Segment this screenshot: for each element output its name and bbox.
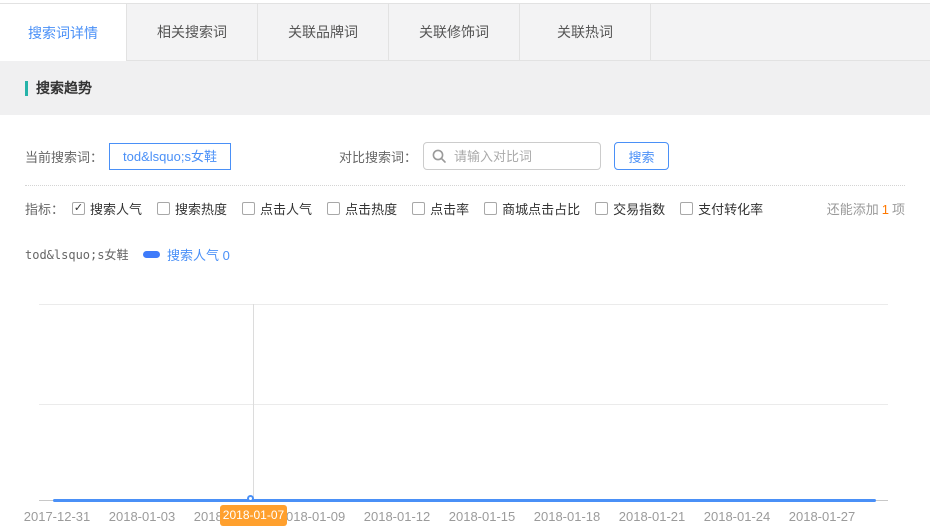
legend-series-marker[interactable] bbox=[143, 251, 160, 258]
metric-checkbox-item[interactable]: 点击热度 bbox=[327, 199, 397, 218]
x-axis-label: 2018-01-21 bbox=[619, 509, 686, 524]
section-accent-bar bbox=[25, 81, 28, 96]
metric-label: 搜索热度 bbox=[175, 199, 227, 218]
metric-label: 点击人气 bbox=[260, 199, 312, 218]
legend-keyword: tod&lsquo;s女鞋 bbox=[25, 246, 143, 263]
checkbox-checked-icon[interactable]: ✓ bbox=[72, 202, 85, 215]
metric-checkbox-item[interactable]: ✓ 搜索人气 bbox=[72, 199, 142, 218]
add-hint-suffix: 项 bbox=[892, 202, 905, 217]
tab-item[interactable]: 关联热词 bbox=[520, 4, 651, 61]
checkbox-unchecked-icon[interactable] bbox=[412, 202, 425, 215]
x-axis-label: 2018-01-27 bbox=[789, 509, 856, 524]
checkbox-unchecked-icon[interactable] bbox=[484, 202, 497, 215]
add-hint-count: 1 bbox=[879, 202, 892, 217]
dotted-divider bbox=[25, 185, 905, 186]
metrics-checkbox-list: ✓ 搜索人气 搜索热度 点击人气 点击热度 点击率 商城点击占比 交易指数 支付转化率 bbox=[64, 199, 763, 218]
checkbox-unchecked-icon[interactable] bbox=[327, 202, 340, 215]
metrics-row: 指标： ✓搜索人气搜索热度点击人气点击热度点击率商城点击占比交易指数支付转化率 … bbox=[25, 200, 905, 217]
tab-item[interactable]: 搜索词详情 bbox=[0, 4, 127, 61]
x-axis-label: 2018-01-24 bbox=[704, 509, 771, 524]
add-hint-prefix: 还能添加 bbox=[827, 202, 879, 217]
series-line bbox=[53, 499, 876, 502]
current-term-label: 当前搜索词： bbox=[25, 147, 103, 166]
search-term-analytics-page: 搜索词详情相关搜索词关联品牌词关联修饰词关联热词 搜索趋势 当前搜索词： tod… bbox=[0, 3, 930, 529]
metric-checkbox-item[interactable]: 点击率 bbox=[412, 199, 469, 218]
metrics-label: 指标： bbox=[25, 199, 64, 218]
axis-pointer-tooltip: 2018-01-07 bbox=[220, 505, 287, 526]
x-axis-label: 2018-01-15 bbox=[449, 509, 516, 524]
section-title: 搜索趋势 bbox=[36, 78, 92, 98]
tab-item[interactable]: 关联修饰词 bbox=[389, 4, 520, 61]
checkbox-unchecked-icon[interactable] bbox=[157, 202, 170, 215]
section-header: 搜索趋势 bbox=[0, 61, 930, 115]
metric-label: 支付转化率 bbox=[698, 199, 763, 218]
x-axis-label: 2018-01-12 bbox=[364, 509, 431, 524]
search-row: 当前搜索词： tod&lsquo;s女鞋 对比搜索词： 搜索 bbox=[25, 142, 905, 170]
metric-checkbox-item[interactable]: 点击人气 bbox=[242, 199, 312, 218]
x-axis-label: 2017-12-31 bbox=[24, 509, 91, 524]
tab-list: 搜索词详情相关搜索词关联品牌词关联修饰词关联热词 bbox=[0, 4, 651, 61]
chart-legend[interactable]: tod&lsquo;s女鞋 搜索人气 0 bbox=[25, 246, 905, 263]
gridline-middle bbox=[39, 404, 888, 405]
compare-term-input[interactable] bbox=[423, 142, 601, 170]
metric-label: 点击率 bbox=[430, 199, 469, 218]
tab-bar: 搜索词详情相关搜索词关联品牌词关联修饰词关联热词 bbox=[0, 3, 930, 61]
tab-item[interactable]: 相关搜索词 bbox=[127, 4, 258, 61]
metric-label: 交易指数 bbox=[613, 199, 665, 218]
metric-checkbox-item[interactable]: 搜索热度 bbox=[157, 199, 227, 218]
compare-term-label: 对比搜索词： bbox=[339, 147, 417, 166]
metric-label: 搜索人气 bbox=[90, 199, 142, 218]
x-axis-label: 2018-01-09 bbox=[279, 509, 346, 524]
hover-crosshair-line bbox=[253, 304, 254, 499]
compare-search-box bbox=[423, 142, 601, 170]
x-axis-labels: 2017-12-312018-01-032018-01-062018-01-09… bbox=[25, 509, 905, 525]
search-icon bbox=[431, 148, 447, 164]
metric-checkbox-item[interactable]: 支付转化率 bbox=[680, 199, 763, 218]
tab-bar-filler bbox=[651, 4, 930, 61]
current-term-chip[interactable]: tod&lsquo;s女鞋 bbox=[109, 143, 231, 170]
tab-item[interactable]: 关联品牌词 bbox=[258, 4, 389, 61]
gridline-top bbox=[39, 304, 888, 305]
x-axis-label: 2018-01-03 bbox=[109, 509, 176, 524]
content-area: 当前搜索词： tod&lsquo;s女鞋 对比搜索词： 搜索 指标： ✓ 搜索人气… bbox=[0, 142, 930, 529]
x-axis-label: 2018-01-18 bbox=[534, 509, 601, 524]
checkbox-unchecked-icon[interactable] bbox=[680, 202, 693, 215]
metric-checkbox-item[interactable]: 商城点击占比 bbox=[484, 199, 580, 218]
add-hint: 还能添加1项 bbox=[827, 199, 905, 218]
checkbox-unchecked-icon[interactable] bbox=[595, 202, 608, 215]
search-button[interactable]: 搜索 bbox=[614, 142, 669, 170]
metric-checkbox-item[interactable]: 交易指数 bbox=[595, 199, 665, 218]
checkbox-unchecked-icon[interactable] bbox=[242, 202, 255, 215]
trend-line-chart[interactable]: 2017-12-312018-01-032018-01-062018-01-09… bbox=[25, 290, 905, 529]
legend-series-label[interactable]: 搜索人气 0 bbox=[167, 245, 230, 264]
metric-label: 点击热度 bbox=[345, 199, 397, 218]
metric-label: 商城点击占比 bbox=[502, 199, 580, 218]
hover-data-point bbox=[247, 495, 254, 502]
